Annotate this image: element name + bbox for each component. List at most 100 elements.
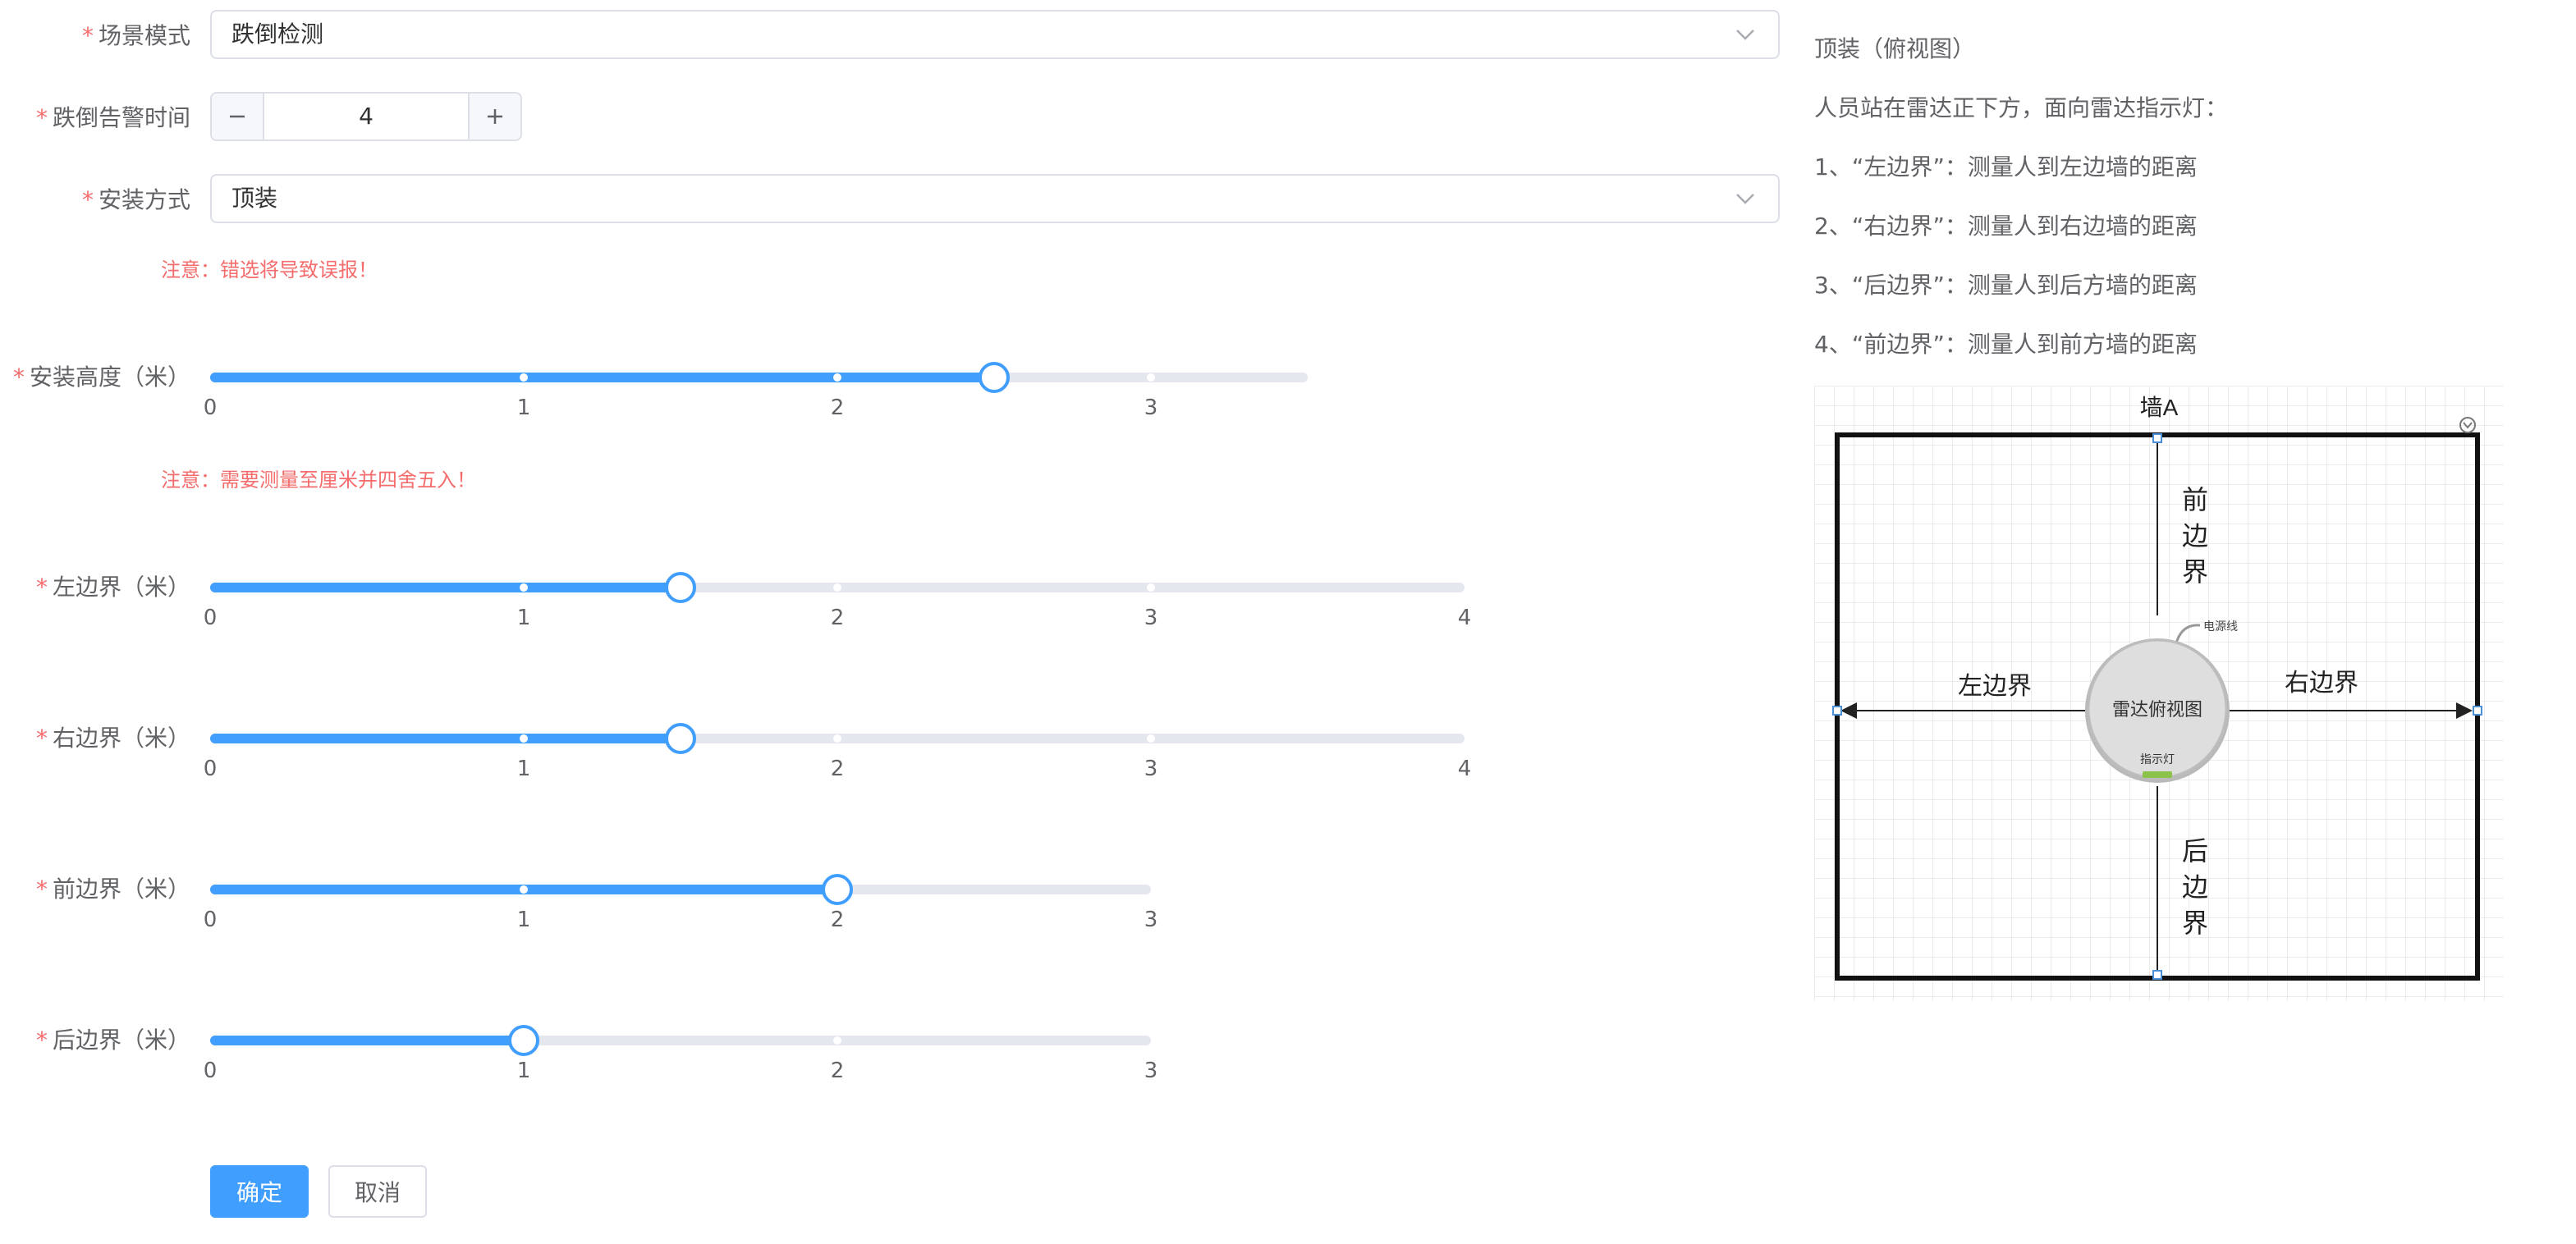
required-asterisk: *: [35, 725, 48, 752]
right-boundary-label: * 右边界（米）: [35, 725, 190, 752]
chevron-down-icon: [1736, 30, 1754, 40]
scene-mode-label: * 场景模式: [81, 22, 190, 49]
help-intro: 人员站在雷达正下方，面向雷达指示灯：: [1814, 94, 2229, 121]
handle-marker: [2473, 706, 2482, 716]
handle-marker: [2152, 433, 2162, 443]
slider-mark-label: 0: [203, 757, 218, 781]
right-boundary-text: 右边界: [2285, 670, 2358, 697]
back-boundary-label: * 后边界（米）: [35, 1027, 190, 1054]
indicator-label: 指示灯: [2140, 752, 2175, 766]
front-boundary-text: 前: [2182, 485, 2208, 515]
slider-mark-label: 2: [830, 396, 845, 420]
slider-stop: [1147, 373, 1155, 382]
scene-mode-value: 跌倒检测: [231, 21, 324, 48]
handle-marker: [2152, 970, 2162, 980]
required-asterisk: *: [35, 876, 48, 903]
slider-stop: [1147, 734, 1155, 743]
front-boundary-slider[interactable]: 0 1 2 3: [204, 873, 1157, 939]
help-title: 顶装（俯视图）: [1814, 35, 1976, 62]
increment-button[interactable]: [468, 94, 520, 139]
slider-mark-label: 3: [1144, 606, 1158, 630]
back-boundary-text: 界: [2182, 908, 2208, 938]
required-asterisk: *: [12, 364, 25, 391]
slider-stop: [520, 885, 528, 894]
required-asterisk: *: [35, 574, 48, 601]
slider-thumb[interactable]: [822, 874, 853, 905]
install-mode-value: 顶装: [231, 185, 278, 212]
slider-mark-label: 1: [516, 396, 531, 420]
install-height-slider[interactable]: 0 1 2 3: [204, 361, 1308, 427]
required-asterisk: *: [81, 22, 94, 49]
scene-mode-row: * 场景模式 跌倒检测: [0, 10, 1806, 62]
slider-mark-label: 1: [516, 1059, 531, 1083]
wall-label: 墙A: [2140, 395, 2179, 420]
slider-mark-label: 3: [1144, 908, 1158, 932]
minus-icon: [230, 115, 245, 118]
install-mode-warning: 注意：错选将导致误报！: [161, 258, 378, 281]
help-item: 3、“后边界”：测量人到后方墙的距离: [1814, 272, 2198, 299]
slider-stop: [520, 734, 528, 743]
help-item: 1、“左边界”：测量人到左边墙的距离: [1814, 153, 2198, 181]
slider-mark-label: 4: [1457, 757, 1472, 781]
slider-stop: [520, 583, 528, 592]
slider-mark-label: 2: [830, 1059, 845, 1083]
slider-fill: [210, 734, 681, 743]
required-asterisk: *: [35, 1027, 48, 1054]
slider-mark-label: 2: [830, 757, 845, 781]
power-cable-label: 电源线: [2203, 620, 2238, 633]
slider-mark-label: 2: [830, 606, 845, 630]
chevron-down-icon: [1736, 194, 1754, 204]
front-boundary-text: 边: [2182, 521, 2208, 551]
slider-stop: [833, 1036, 841, 1045]
settings-form: * 场景模式 跌倒检测 * 跌倒告警时间 4 * 安装方式 顶装 注意：错选将导…: [0, 0, 1806, 1244]
install-mode-select[interactable]: 顶装: [210, 174, 1780, 223]
slider-thumb[interactable]: [665, 723, 696, 754]
radar-top-view-diagram: 墙A 前 边 界 后 边 界 左边界 右边界 电源线 雷达俯视图 指示灯: [1814, 386, 2504, 1001]
slider-mark-label: 3: [1144, 757, 1158, 781]
measurement-warning: 注意：需要测量至厘米并四舍五入！: [161, 469, 476, 492]
cancel-button[interactable]: 取消: [328, 1165, 427, 1218]
front-boundary-label: * 前边界（米）: [35, 876, 190, 903]
slider-stop: [833, 373, 841, 382]
slider-thumb[interactable]: [979, 362, 1010, 393]
fall-alarm-time-input[interactable]: 4: [264, 100, 468, 133]
slider-mark-label: 1: [516, 757, 531, 781]
install-mode-label: * 安装方式: [81, 186, 190, 213]
indicator-light: [2143, 771, 2172, 778]
slider-thumb[interactable]: [665, 572, 696, 603]
right-boundary-slider[interactable]: 0 1 2 3 4: [204, 722, 1471, 788]
slider-fill: [210, 583, 681, 592]
fall-alarm-time-label: * 跌倒告警时间: [35, 104, 190, 131]
slider-stop: [833, 583, 841, 592]
required-asterisk: *: [35, 104, 48, 131]
scene-mode-select[interactable]: 跌倒检测: [210, 10, 1780, 59]
slider-stop: [1147, 583, 1155, 592]
confirm-button[interactable]: 确定: [210, 1165, 309, 1218]
slider-mark-label: 2: [830, 908, 845, 932]
slider-mark-label: 1: [516, 606, 531, 630]
slider-mark-label: 4: [1457, 606, 1472, 630]
slider-mark-label: 0: [203, 396, 218, 420]
handle-marker: [1832, 706, 1842, 716]
required-asterisk: *: [81, 186, 94, 213]
slider-stop: [520, 373, 528, 382]
plus-icon: [488, 109, 502, 124]
decrement-button[interactable]: [212, 94, 264, 139]
back-boundary-slider[interactable]: 0 1 2 3: [204, 1024, 1157, 1090]
fall-alarm-time-stepper: 4: [210, 92, 522, 141]
slider-mark-label: 3: [1144, 396, 1158, 420]
left-boundary-slider[interactable]: 0 1 2 3 4: [204, 571, 1471, 637]
radar-label: 雷达俯视图: [2112, 699, 2202, 720]
slider-fill: [210, 1036, 524, 1045]
install-mode-row: * 安装方式 顶装: [0, 174, 1806, 226]
slider-mark-label: 0: [203, 606, 218, 630]
help-item: 4、“前边界”：测量人到前方墙的距离: [1814, 331, 2198, 358]
slider-mark-label: 0: [203, 1059, 218, 1083]
slider-mark-label: 3: [1144, 1059, 1158, 1083]
back-boundary-text: 边: [2182, 872, 2208, 902]
slider-stop: [833, 734, 841, 743]
slider-fill: [210, 373, 994, 382]
help-item: 2、“右边界”：测量人到右边墙的距离: [1814, 213, 2198, 240]
left-boundary-text: 左边界: [1958, 673, 2032, 700]
slider-thumb[interactable]: [508, 1025, 539, 1056]
